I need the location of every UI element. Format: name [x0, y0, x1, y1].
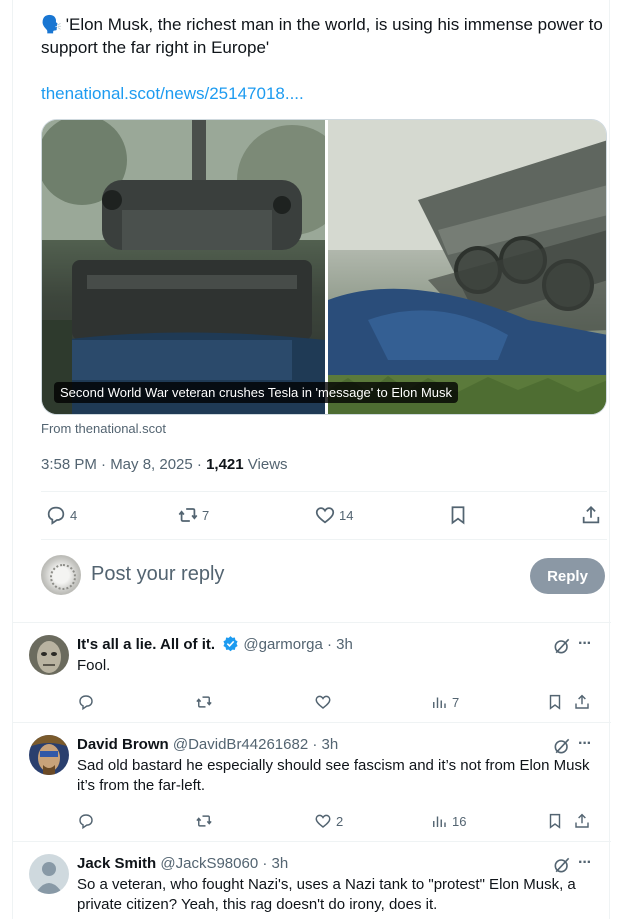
like-count: 2: [336, 813, 344, 829]
reply-composer: Post your reply Reply: [41, 555, 607, 597]
views-action[interactable]: 7: [430, 692, 459, 712]
share-action[interactable]: [573, 811, 591, 831]
link-card[interactable]: Second World War veteran crushes Tesla i…: [41, 119, 607, 415]
reply-header: David Brown @DavidBr44261682 · 3h: [77, 735, 338, 755]
tank-image-right: [328, 120, 606, 414]
reply-icon: [79, 814, 93, 830]
divider: [13, 622, 611, 623]
card-caption: Second World War veteran crushes Tesla i…: [54, 382, 459, 403]
grok-icon[interactable]: [552, 736, 572, 756]
share-icon: [582, 505, 600, 524]
reply-time[interactable]: · 3h: [327, 636, 353, 653]
views-count: 1,421: [206, 456, 244, 473]
tank-image-left: [42, 120, 325, 414]
reply-action[interactable]: 4: [45, 500, 77, 530]
display-name[interactable]: David Brown: [77, 736, 169, 753]
timeline-column: 🗣️ 'Elon Musk, the richest man in the wo…: [12, 0, 611, 919]
grok-icon[interactable]: [552, 636, 572, 656]
repost-icon: [196, 815, 212, 827]
views-action[interactable]: 16: [430, 811, 466, 831]
views-count: 16: [452, 813, 467, 829]
reply-item[interactable]: It's all a lie. All of it. @garmorga · 3…: [13, 635, 611, 721]
share-action[interactable]: [573, 692, 591, 712]
handle[interactable]: @DavidBr44261682: [173, 736, 308, 753]
post-text-block: 🗣️ 'Elon Musk, the richest man in the wo…: [41, 13, 611, 59]
like-count: 14: [339, 507, 354, 523]
repost-action[interactable]: 7: [177, 500, 209, 530]
divider: [41, 539, 607, 540]
more-icon[interactable]: ···: [578, 854, 592, 872]
views-icon: [433, 816, 446, 827]
share-icon: [575, 813, 589, 828]
speaking-head-emoji: 🗣️: [41, 15, 63, 34]
grok-icon[interactable]: [552, 855, 572, 875]
article-link[interactable]: thenational.scot/news/25147018....: [41, 84, 304, 104]
handle[interactable]: @garmorga: [243, 636, 322, 653]
divider: [13, 841, 611, 842]
like-icon: [315, 695, 331, 709]
reply-icon: [79, 695, 93, 711]
card-source[interactable]: From thenational.scot: [41, 421, 166, 436]
repost-icon: [178, 508, 198, 522]
views-icon: [433, 697, 446, 708]
divider: [41, 491, 607, 492]
like-action[interactable]: 14: [314, 500, 353, 530]
reply-actions: 7: [77, 692, 597, 712]
bookmark-icon: [451, 506, 465, 525]
bookmark-icon: [549, 813, 561, 829]
reply-text: Sad old bastard he especially should see…: [77, 757, 590, 794]
like-icon: [315, 507, 335, 524]
reply-item[interactable]: David Brown @DavidBr44261682 · 3h ··· Sa…: [13, 735, 611, 840]
reply-action[interactable]: [77, 811, 95, 831]
like-action[interactable]: 2: [314, 811, 343, 831]
divider: [13, 722, 611, 723]
reply-input[interactable]: Post your reply: [91, 563, 224, 586]
repost-action[interactable]: [195, 692, 213, 712]
share-icon: [575, 694, 589, 709]
bookmark-action[interactable]: [447, 500, 469, 530]
bookmark-action[interactable]: [546, 692, 564, 712]
like-icon: [315, 814, 331, 828]
more-icon[interactable]: ···: [578, 635, 592, 653]
post-time[interactable]: 3:58 PM · May 8, 2025 ·: [41, 456, 206, 473]
reply-text: So a veteran, who fought Nazi's, uses a …: [77, 876, 576, 913]
avatar[interactable]: [29, 854, 69, 894]
post-text: 'Elon Musk, the richest man in the world…: [41, 15, 603, 57]
avatar[interactable]: [29, 735, 69, 775]
reply-icon: [47, 506, 65, 525]
like-action[interactable]: [314, 692, 332, 712]
display-name[interactable]: It's all a lie. All of it.: [77, 636, 215, 653]
views-count: 7: [452, 694, 460, 710]
post-meta: 3:58 PM · May 8, 2025 · 1,421 Views: [41, 456, 288, 473]
display-name[interactable]: Jack Smith: [77, 855, 156, 872]
bookmark-icon: [549, 694, 561, 710]
reply-actions: 2 16: [77, 811, 597, 831]
reply-header: It's all a lie. All of it. @garmorga · 3…: [77, 635, 353, 655]
views-label: Views: [243, 456, 288, 473]
bookmark-action[interactable]: [546, 811, 564, 831]
reply-text: Fool.: [77, 657, 111, 674]
reply-button[interactable]: Reply: [530, 558, 605, 594]
repost-icon: [196, 696, 212, 708]
reply-time[interactable]: · 3h: [262, 855, 288, 872]
handle[interactable]: @JackS98060: [160, 855, 258, 872]
repost-action[interactable]: [195, 811, 213, 831]
avatar[interactable]: [29, 635, 69, 675]
share-action[interactable]: [580, 500, 602, 530]
reply-action[interactable]: [77, 692, 95, 712]
reply-header: Jack Smith @JackS98060 · 3h: [77, 854, 288, 874]
reply-item[interactable]: Jack Smith @JackS98060 · 3h ··· So a vet…: [13, 854, 611, 919]
verified-icon: [223, 636, 238, 652]
repost-count: 7: [202, 507, 210, 523]
reply-count: 4: [70, 507, 78, 523]
reply-time[interactable]: · 3h: [312, 736, 338, 753]
user-avatar[interactable]: [41, 555, 81, 595]
post-actions: 4 7 14: [41, 500, 607, 530]
more-icon[interactable]: ···: [578, 735, 592, 753]
